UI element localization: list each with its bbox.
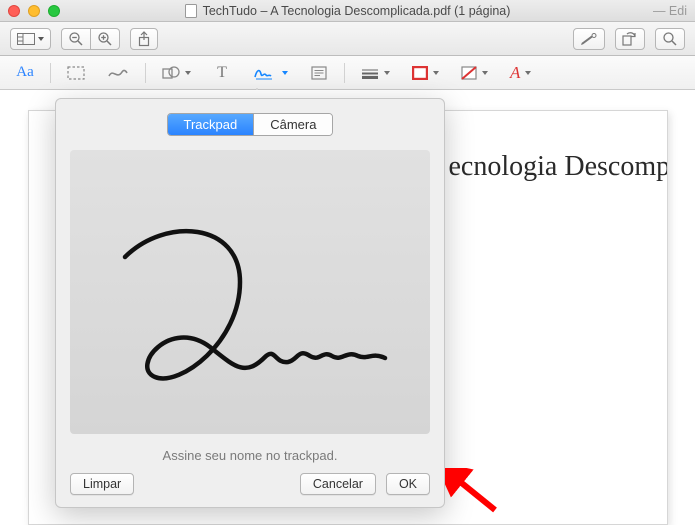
rotate-button[interactable] (615, 28, 645, 50)
signature-instruction-text: Assine seu nome no trackpad. (70, 434, 430, 473)
toolbar-divider (145, 63, 146, 83)
font-style-button[interactable]: A (504, 61, 537, 85)
border-color-button[interactable] (406, 61, 445, 85)
fullscreen-window-button[interactable] (48, 5, 60, 17)
chevron-down-icon (282, 71, 288, 75)
toolbar-divider (344, 63, 345, 83)
signature-stroke (70, 162, 430, 422)
line-style-button[interactable] (355, 61, 396, 85)
sketch-tool-button[interactable] (101, 61, 135, 85)
toolbar-divider (50, 63, 51, 83)
text-tool-label: T (217, 64, 227, 82)
signature-popover: Trackpad Câmera Assine seu nome no track… (55, 98, 445, 508)
selection-tool-button[interactable] (61, 61, 91, 85)
shapes-button[interactable] (156, 61, 197, 85)
tab-camera[interactable]: Câmera (253, 114, 332, 135)
signature-source-segmented-control: Trackpad Câmera (167, 113, 334, 136)
signature-button[interactable] (247, 61, 294, 85)
chevron-down-icon (525, 71, 531, 75)
text-style-button[interactable]: Aa (10, 61, 40, 85)
share-button[interactable] (130, 28, 158, 50)
traffic-lights (8, 5, 60, 17)
popover-button-row: Limpar Cancelar OK (70, 473, 430, 495)
document-icon (185, 4, 197, 18)
window-title: TechTudo – A Tecnologia Descomplicada.pd… (0, 0, 695, 21)
chevron-down-icon (433, 71, 439, 75)
tab-trackpad[interactable]: Trackpad (168, 114, 254, 135)
font-style-label: A (510, 63, 520, 83)
window-title-tail: — Edi (653, 4, 687, 18)
chevron-down-icon (384, 71, 390, 75)
cancel-button[interactable]: Cancelar (300, 473, 376, 495)
text-style-label: Aa (16, 64, 34, 81)
markup-toggle-button[interactable] (573, 28, 605, 50)
chevron-down-icon (482, 71, 488, 75)
note-tool-button[interactable] (304, 61, 334, 85)
markup-toolbar: Aa T A (0, 56, 695, 90)
zoom-out-button[interactable] (61, 28, 90, 50)
zoom-in-button[interactable] (90, 28, 120, 50)
chevron-down-icon (38, 37, 44, 41)
chevron-down-icon (185, 71, 191, 75)
window-titlebar: TechTudo – A Tecnologia Descomplicada.pd… (0, 0, 695, 22)
window-title-text: TechTudo – A Tecnologia Descomplicada.pd… (203, 4, 511, 18)
view-mode-group (10, 28, 51, 50)
zoom-group (61, 28, 120, 50)
fill-color-button[interactable] (455, 61, 494, 85)
signature-canvas[interactable] (70, 150, 430, 434)
close-window-button[interactable] (8, 5, 20, 17)
sidebar-view-button[interactable] (10, 28, 51, 50)
clear-button[interactable]: Limpar (70, 473, 134, 495)
search-button[interactable] (655, 28, 685, 50)
ok-button[interactable]: OK (386, 473, 430, 495)
minimize-window-button[interactable] (28, 5, 40, 17)
main-toolbar (0, 22, 695, 56)
text-tool-button[interactable]: T (207, 61, 237, 85)
